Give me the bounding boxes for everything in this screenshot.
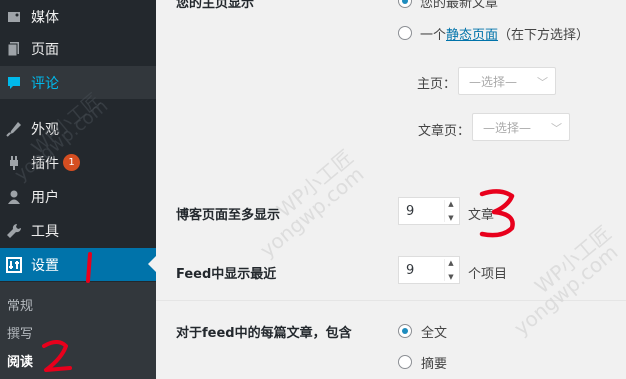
radio-summary[interactable] (398, 355, 412, 369)
static-page-link[interactable]: 静态页面 (446, 28, 498, 43)
number-spinner[interactable]: ▲ ▼ (444, 259, 457, 281)
posts-per-page-input[interactable]: 9 ▲ ▼ (398, 197, 460, 225)
pages-icon (5, 40, 23, 58)
sidebar-item-label: 用户 (31, 189, 59, 206)
static-page-suffix: （在下方选择） (498, 28, 590, 43)
posts-page-select[interactable]: —选择— ﹀ (472, 113, 570, 141)
front-page-label: 主页： (416, 77, 456, 92)
sidebar-item-label: 设置 (31, 257, 59, 274)
submenu-item-writing[interactable]: 撰写 (7, 323, 33, 342)
sidebar-item-label: 页面 (31, 41, 59, 58)
posts-page-select-value: —选择— (483, 120, 532, 135)
appearance-icon (5, 120, 23, 138)
current-menu-arrow (148, 256, 156, 272)
radio-static-page[interactable] (398, 26, 412, 40)
spin-up-icon: ▲ (448, 259, 454, 267)
sidebar-item-label: 工具 (31, 223, 59, 240)
feed-count-input[interactable]: 9 ▲ ▼ (398, 256, 460, 284)
reading-settings-form: 您的主页显示 您的最新文章 一个静态页面（在下方选择） 主页： —选择— ﹀ 文… (156, 0, 626, 379)
submenu-item-reading[interactable]: 阅读 (7, 351, 33, 370)
sidebar-item-settings[interactable]: 设置 (0, 248, 156, 281)
chevron-down-icon: ﹀ (537, 76, 548, 89)
annotation-2 (42, 340, 72, 372)
latest-posts-label: 您的最新文章 (420, 0, 499, 11)
posts-per-page-label: 博客页面至多显示 (176, 208, 281, 223)
posts-page-label: 文章页： (417, 124, 470, 139)
annotation-1 (86, 252, 92, 283)
sidebar-item-pages[interactable]: 页面 (0, 32, 156, 65)
feed-count-value: 9 (406, 262, 415, 278)
tools-icon (5, 222, 23, 240)
front-page-select[interactable]: —选择— ﹀ (458, 67, 556, 95)
sidebar-item-tools[interactable]: 工具 (0, 214, 156, 247)
posts-per-page-value: 9 (406, 203, 415, 219)
full-text-label: 全文 (421, 326, 448, 341)
media-icon (5, 8, 23, 26)
users-icon (5, 188, 23, 206)
settings-icon (5, 256, 23, 274)
sidebar-item-label: 评论 (31, 75, 59, 92)
homepage-display-label: 您的主页显示 (176, 0, 255, 11)
submenu-item-general[interactable]: 常规 (7, 295, 33, 314)
sidebar-item-label: 媒体 (31, 9, 59, 26)
static-page-prefix: 一个 (420, 28, 447, 43)
feed-count-unit: 个项目 (468, 267, 508, 282)
front-page-select-value: —选择— (469, 74, 518, 89)
static-page-label: 一个静态页面（在下方选择） (420, 24, 589, 43)
sidebar-item-media[interactable]: 媒体 (0, 0, 156, 33)
radio-full-text[interactable] (398, 324, 412, 338)
chevron-down-icon: ﹀ (551, 122, 562, 135)
settings-submenu: 常规 撰写 阅读 (0, 282, 156, 379)
spin-up-icon: ▲ (448, 200, 454, 208)
plugins-update-badge: 1 (63, 154, 80, 171)
spin-down-icon: ▼ (448, 214, 454, 222)
spin-down-icon: ▼ (448, 273, 454, 281)
feed-count-label: Feed中显示最近 (176, 267, 277, 282)
admin-sidebar: 媒体 页面 评论 外观 插件 1 用户 工具 设置 常规 撰写 阅读 WP小工匠… (0, 0, 156, 379)
radio-latest-posts[interactable] (398, 0, 412, 8)
comments-icon (5, 74, 23, 92)
annotation-3 (479, 189, 515, 238)
feed-content-label: 对于feed中的每篇文章，包含 (176, 326, 352, 341)
number-spinner[interactable]: ▲ ▼ (444, 200, 457, 222)
summary-label: 摘要 (421, 357, 448, 372)
